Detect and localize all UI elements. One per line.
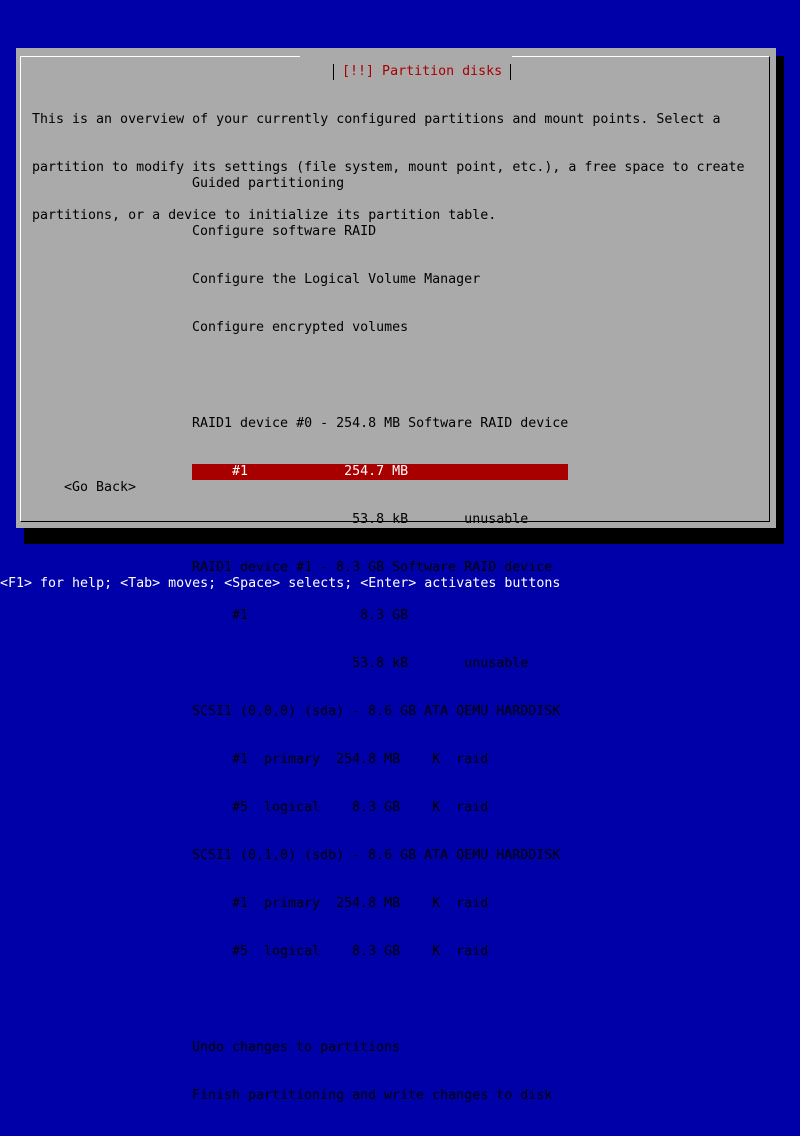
help-status-bar: <F1> for help; <Tab> moves; <Space> sele… <box>0 576 561 591</box>
menu-item-disk-sdb[interactable]: SCSI1 (0,1,0) (sdb) - 8.6 GB ATA QEMU HA… <box>192 848 568 864</box>
intro-line: This is an overview of your currently co… <box>32 112 721 127</box>
menu-item-raid1-partition-1[interactable]: #1 8.3 GB <box>192 608 568 624</box>
menu-item-sdb-partition-5[interactable]: #5 logical 8.3 GB K raid <box>192 944 568 960</box>
menu-item-raid-device-1[interactable]: RAID1 device #1 - 8.3 GB Software RAID d… <box>192 560 568 576</box>
menu-item-sda-partition-5[interactable]: #5 logical 8.3 GB K raid <box>192 800 568 816</box>
title-right-bracket <box>510 64 512 80</box>
menu-item-configure-encrypted-volumes[interactable]: Configure encrypted volumes <box>192 320 568 336</box>
menu-item-sda-partition-1[interactable]: #1 primary 254.8 MB K raid <box>192 752 568 768</box>
menu-item-raid0-free-space[interactable]: 53.8 kB unusable <box>192 512 568 528</box>
menu-item-disk-sda[interactable]: SCSI1 (0,0,0) (sda) - 8.6 GB ATA QEMU HA… <box>192 704 568 720</box>
menu-item-configure-software-raid[interactable]: Configure software RAID <box>192 224 568 240</box>
dialog-title: [!!] Partition disks <box>342 64 503 79</box>
menu-item-sdb-partition-1[interactable]: #1 primary 254.8 MB K raid <box>192 896 568 912</box>
menu-spacer <box>192 368 568 384</box>
go-back-button[interactable]: <Go Back> <box>64 480 136 496</box>
menu-item-raid-device-0[interactable]: RAID1 device #0 - 254.8 MB Software RAID… <box>192 416 568 432</box>
menu-item-raid0-partition-1[interactable]: #1 254.7 MB <box>192 464 568 480</box>
menu-item-undo-changes[interactable]: Undo changes to partitions <box>192 1040 568 1056</box>
menu-item-configure-lvm[interactable]: Configure the Logical Volume Manager <box>192 272 568 288</box>
menu-item-guided-partitioning[interactable]: Guided partitioning <box>192 176 568 192</box>
menu-item-finish-partitioning[interactable]: Finish partitioning and write changes to… <box>192 1088 568 1104</box>
menu-item-raid1-free-space[interactable]: 53.8 kB unusable <box>192 656 568 672</box>
menu-spacer <box>192 992 568 1008</box>
dialog-title-container: [!!] Partition disks <box>300 48 513 80</box>
partition-dialog: [!!] Partition disks This is an overview… <box>16 48 776 1103</box>
partition-menu: Guided partitioning Configure software R… <box>192 144 568 1136</box>
